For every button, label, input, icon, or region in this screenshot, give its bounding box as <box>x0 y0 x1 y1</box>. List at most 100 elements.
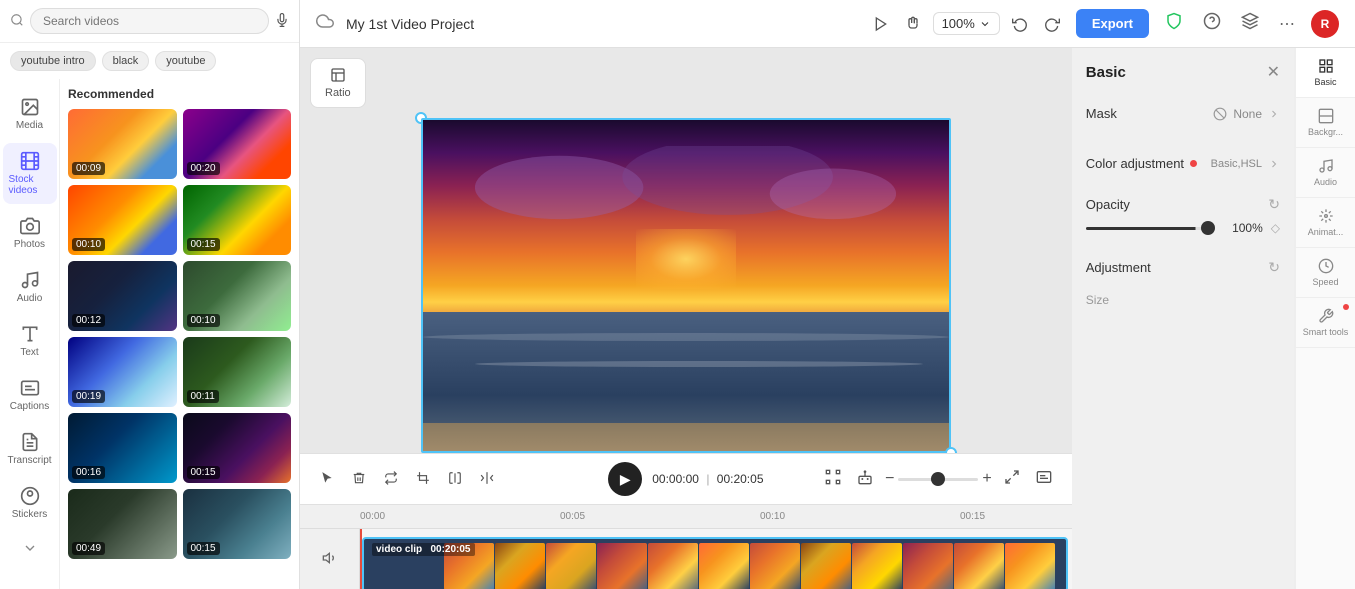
zoom-in-btn[interactable]: + <box>982 470 991 488</box>
sidebar-item-stickers[interactable]: Stickers <box>3 478 57 528</box>
mask-header[interactable]: Mask None <box>1086 96 1280 132</box>
zoom-level[interactable]: 100% <box>933 12 1000 35</box>
more-sidebar-btn[interactable] <box>14 532 46 564</box>
timeline-ruler: 00:00 00:05 00:10 00:15 00:20 <box>300 505 1072 529</box>
split-tool[interactable] <box>476 467 498 492</box>
layers-btn[interactable] <box>1237 8 1263 39</box>
video-duration: 00:12 <box>72 314 105 327</box>
sidebar-item-label: Text <box>20 347 38 358</box>
avatar[interactable]: R <box>1311 10 1339 38</box>
video-grid: 00:09 00:20 00:10 00:15 00:12 <box>68 109 291 559</box>
current-time: 00:00:00 | 00:20:05 <box>652 472 763 486</box>
canvas-area: Ratio <box>300 48 1072 589</box>
tab-label: Backgr... <box>1308 127 1343 137</box>
panel-close-btn[interactable]: ✕ <box>1267 62 1280 82</box>
timeline-tracks: video clip 00:20:05 <box>300 529 1072 589</box>
zoom-out-btn[interactable]: − <box>885 470 894 488</box>
list-item[interactable]: 00:15 <box>183 489 292 559</box>
timeline-tools <box>316 467 498 492</box>
list-item[interactable]: 00:11 <box>183 337 292 407</box>
keyframe-icon[interactable]: ◇ <box>1271 221 1280 235</box>
film-icon <box>20 151 40 171</box>
volume-icon[interactable] <box>322 550 338 569</box>
sidebar-item-text[interactable]: Text <box>3 316 57 366</box>
tab-animate[interactable]: Animat... <box>1296 198 1355 248</box>
flip-tool[interactable] <box>444 467 466 492</box>
shield-btn[interactable] <box>1161 8 1187 39</box>
export-button[interactable]: Export <box>1076 9 1149 38</box>
list-item[interactable]: 00:10 <box>68 185 177 255</box>
sidebar-item-captions[interactable]: Captions <box>3 370 57 420</box>
color-adjustment-header[interactable]: Color adjustment Basic,HSL <box>1086 146 1280 182</box>
sidebar-item-audio[interactable]: Audio <box>3 262 57 312</box>
list-item[interactable]: 00:49 <box>68 489 177 559</box>
music-icon <box>20 270 40 290</box>
more-options-btn[interactable]: ⋯ <box>1275 10 1299 38</box>
tab-audio[interactable]: Audio <box>1296 148 1355 198</box>
list-item[interactable]: 00:15 <box>183 413 292 483</box>
mask-label: Mask <box>1086 106 1117 121</box>
filter-tag-youtube-intro[interactable]: youtube intro <box>10 51 96 71</box>
redo-btn[interactable] <box>1040 12 1064 36</box>
panel-header: Basic ✕ <box>1086 62 1280 82</box>
sidebar-item-stock-videos[interactable]: Stock videos <box>3 143 57 204</box>
filter-tag-youtube[interactable]: youtube <box>155 51 216 71</box>
sidebar-item-label: Stickers <box>12 509 48 520</box>
list-item[interactable]: 00:09 <box>68 109 177 179</box>
fullscreen-btn[interactable] <box>1000 465 1024 494</box>
reset-icon[interactable]: ↻ <box>1268 196 1280 213</box>
ruler-mark: 00:05 <box>560 511 585 522</box>
cloud-icon[interactable] <box>316 12 334 35</box>
tab-background[interactable]: Backgr... <box>1296 98 1355 148</box>
ruler-mark: 00:00 <box>360 511 385 522</box>
search-input[interactable] <box>30 8 269 34</box>
adjustment-reset-icon[interactable]: ↻ <box>1268 259 1280 276</box>
sidebar-item-photos[interactable]: Photos <box>3 208 57 258</box>
play-mode-btn[interactable] <box>869 12 893 36</box>
list-item[interactable]: 00:19 <box>68 337 177 407</box>
select-tool[interactable] <box>316 467 338 492</box>
video-duration: 00:09 <box>72 162 105 175</box>
play-button[interactable]: ▶ <box>608 462 642 496</box>
opacity-value: 100% <box>1223 221 1263 235</box>
list-item[interactable]: 00:15 <box>183 185 292 255</box>
search-bar <box>0 0 299 43</box>
filter-tag-black[interactable]: black <box>102 51 150 71</box>
tab-label: Animat... <box>1308 227 1344 237</box>
transcript-icon <box>20 432 40 452</box>
tab-smart-tools[interactable]: Smart tools <box>1296 298 1355 348</box>
text-icon <box>20 324 40 344</box>
main-content: My 1st Video Project 100% Export <box>300 0 1355 589</box>
zoom-slider[interactable] <box>898 478 978 481</box>
mic-icon[interactable] <box>275 13 289 30</box>
panel-title: Basic <box>1086 64 1126 81</box>
chevron-right-icon <box>1268 108 1280 120</box>
tab-speed[interactable]: Speed <box>1296 248 1355 298</box>
loop-tool[interactable] <box>380 467 402 492</box>
tab-basic[interactable]: Basic <box>1296 48 1355 98</box>
timeline-clip[interactable]: video clip 00:20:05 <box>362 537 1068 589</box>
help-btn[interactable] <box>1199 8 1225 39</box>
ruler-mark: 00:15 <box>960 511 985 522</box>
undo-btn[interactable] <box>1008 12 1032 36</box>
adjustment-header[interactable]: Adjustment ↻ <box>1086 249 1280 287</box>
ratio-button[interactable]: Ratio <box>310 58 366 108</box>
hand-tool-btn[interactable] <box>901 12 925 36</box>
list-item[interactable]: 00:20 <box>183 109 292 179</box>
color-sub-label: Basic,HSL <box>1211 158 1262 170</box>
opacity-slider[interactable] <box>1086 227 1215 230</box>
sidebar-item-transcript[interactable]: Transcript <box>3 424 57 474</box>
editor-area: Ratio <box>300 48 1355 589</box>
video-duration: 00:15 <box>187 238 220 251</box>
sidebar-item-media[interactable]: Media <box>3 89 57 139</box>
caption-view-btn[interactable] <box>1032 465 1056 494</box>
robot-icon[interactable] <box>853 465 877 494</box>
delete-tool[interactable] <box>348 467 370 492</box>
fit-icon[interactable] <box>821 465 845 494</box>
captions-icon <box>20 378 40 398</box>
list-item[interactable]: 00:16 <box>68 413 177 483</box>
video-duration: 00:20 <box>187 162 220 175</box>
list-item[interactable]: 00:12 <box>68 261 177 331</box>
crop-tool[interactable] <box>412 467 434 492</box>
list-item[interactable]: 00:10 <box>183 261 292 331</box>
